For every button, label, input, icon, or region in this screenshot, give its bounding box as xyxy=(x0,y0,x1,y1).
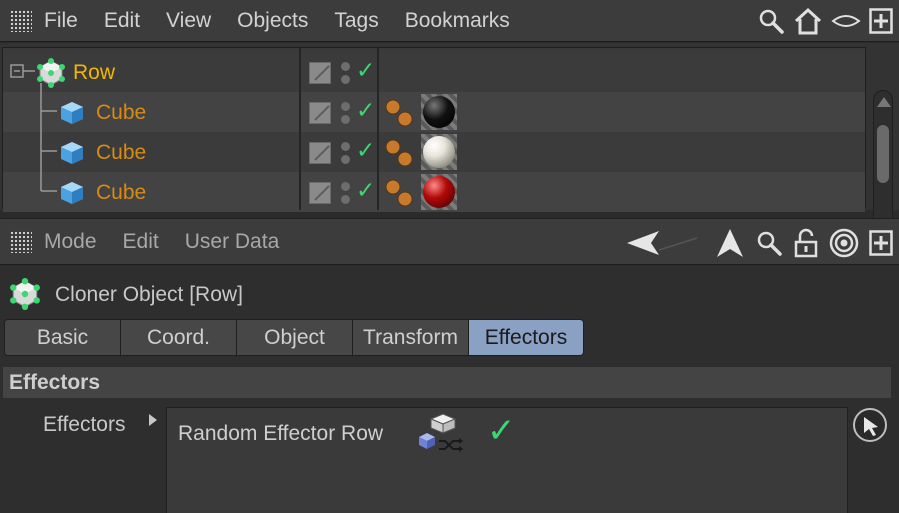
enabled-check-icon[interactable]: ✓ xyxy=(356,57,375,84)
effectors-list[interactable]: Random Effector Row ✓ xyxy=(166,407,848,513)
menu-edit[interactable]: Edit xyxy=(123,230,159,254)
menu-bookmarks[interactable]: Bookmarks xyxy=(405,9,510,33)
material-tag-icon[interactable] xyxy=(421,174,457,210)
cloner-icon xyxy=(10,278,40,310)
menu-user-data[interactable]: User Data xyxy=(185,230,280,254)
expand-arrow-icon[interactable] xyxy=(149,414,157,426)
object-manager-menubar: File Edit View Objects Tags Bookmarks xyxy=(0,0,899,42)
enabled-check-icon[interactable]: ✓ xyxy=(356,137,375,164)
effector-enabled-check-icon[interactable]: ✓ xyxy=(487,411,516,451)
scroll-up-icon[interactable] xyxy=(877,97,891,107)
random-effector-icon xyxy=(419,413,463,452)
home-icon[interactable] xyxy=(793,6,823,36)
back-arrow-icon[interactable] xyxy=(625,228,705,258)
menu-tags[interactable]: Tags xyxy=(334,9,378,33)
panel-grip-icon[interactable] xyxy=(10,230,32,253)
tab-bar: Basic Coord. Object Transform Effectors xyxy=(4,319,584,356)
tab-coord[interactable]: Coord. xyxy=(121,320,237,355)
tab-object[interactable]: Object xyxy=(237,320,353,355)
visibility-dots-icon[interactable] xyxy=(341,180,351,206)
editor-render-toggle[interactable] xyxy=(309,62,331,84)
visibility-dots-icon[interactable] xyxy=(341,100,351,126)
object-title: Cloner Object [Row] xyxy=(55,283,243,306)
object-tree[interactable]: Row Cube Cube Cube ✓ ✓ ✓ ✓ xyxy=(2,47,866,212)
menu-mode[interactable]: Mode xyxy=(44,230,97,254)
menu-view[interactable]: View xyxy=(166,9,211,33)
search-icon[interactable] xyxy=(757,7,785,35)
target-icon[interactable] xyxy=(829,228,859,258)
tab-transform[interactable]: Transform xyxy=(353,320,469,355)
enabled-check-icon[interactable]: ✓ xyxy=(356,177,375,204)
phong-tag-icon[interactable] xyxy=(383,178,415,208)
attribute-panel: Cloner Object [Row] Basic Coord. Object … xyxy=(0,266,899,513)
search-icon[interactable] xyxy=(755,229,783,257)
editor-render-toggle[interactable] xyxy=(309,142,331,164)
up-arrow-icon[interactable] xyxy=(715,227,745,259)
enabled-check-icon[interactable]: ✓ xyxy=(356,97,375,124)
menu-file[interactable]: File xyxy=(44,9,78,33)
new-window-icon[interactable] xyxy=(869,8,893,34)
eye-icon[interactable] xyxy=(831,11,861,31)
scroll-thumb[interactable] xyxy=(877,125,889,183)
editor-render-toggle[interactable] xyxy=(309,182,331,204)
pick-object-button[interactable] xyxy=(853,408,887,442)
lock-icon[interactable] xyxy=(793,228,819,258)
attribute-manager-menubar: Mode Edit User Data xyxy=(0,218,899,265)
section-header: Effectors xyxy=(3,367,891,398)
phong-tag-icon[interactable] xyxy=(383,138,415,168)
material-tag-icon[interactable] xyxy=(421,134,457,170)
tab-effectors[interactable]: Effectors xyxy=(469,320,583,355)
material-tag-icon[interactable] xyxy=(421,94,457,130)
editor-render-toggle[interactable] xyxy=(309,102,331,124)
visibility-dots-icon[interactable] xyxy=(341,60,351,86)
object-tree-panel: Row Cube Cube Cube ✓ ✓ ✓ ✓ xyxy=(0,43,899,250)
cursor-arrow-icon xyxy=(864,417,878,436)
phong-tag-icon[interactable] xyxy=(383,98,415,128)
new-window-icon[interactable] xyxy=(869,230,893,256)
effector-item-label[interactable]: Random Effector Row xyxy=(178,422,383,446)
visibility-dots-icon[interactable] xyxy=(341,140,351,166)
panel-grip-icon[interactable] xyxy=(10,9,32,32)
menu-objects[interactable]: Objects xyxy=(237,9,308,33)
menu-edit[interactable]: Edit xyxy=(104,9,140,33)
tab-basic[interactable]: Basic xyxy=(5,320,121,355)
effectors-field-label: Effectors xyxy=(43,413,126,436)
